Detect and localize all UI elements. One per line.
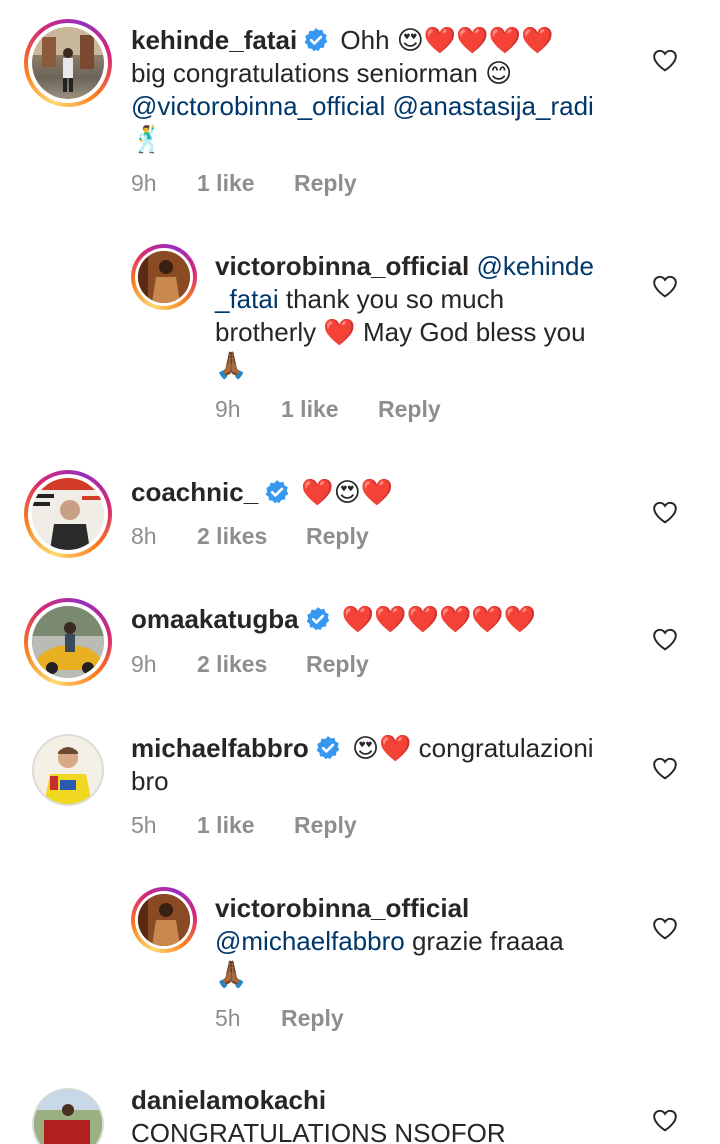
comment-likes[interactable]: 2 likes (197, 651, 306, 678)
comment-meta: 9h 1 like Reply (215, 396, 441, 423)
mention-link[interactable]: @michaelfabbro (215, 926, 405, 956)
avatar[interactable] (32, 734, 104, 806)
comment-likes[interactable]: 1 like (197, 812, 294, 839)
comment-username[interactable]: coachnic_ (131, 477, 258, 507)
comment-time: 5h (215, 1005, 241, 1031)
comment-username[interactable]: danielamokachi (131, 1085, 326, 1115)
avatar[interactable] (24, 598, 112, 686)
comment-text: Ohh (340, 25, 390, 55)
heart-outline-icon[interactable] (652, 756, 678, 780)
comment-username[interactable]: victorobinna_official (215, 251, 469, 281)
mention-link[interactable]: @anastasija_radi (393, 91, 594, 121)
comment-item: michaelfabbro 😍❤️ congratulazioni bro 5h… (0, 730, 720, 860)
reply-button[interactable]: Reply (306, 523, 369, 550)
comment-body: kehinde_fatai Ohh 😍❤️❤️❤️❤️ big congratu… (131, 24, 641, 156)
emoji-group: ❤️❤️❤️❤️❤️❤️ (341, 604, 537, 634)
emoji: 😊 (485, 58, 513, 88)
comment-likes[interactable]: 1 like (281, 396, 378, 423)
comment-time: 9h (131, 651, 157, 677)
comment-text: CONGRATULATIONS NSOFOR (131, 1118, 506, 1144)
comment-body: victorobinna_official @michaelfabbro gra… (215, 892, 625, 991)
mention-link[interactable]: @victorobinna_official (131, 91, 385, 121)
comment-text: brotherly (215, 317, 317, 347)
comment-username[interactable]: omaakatugba (131, 604, 299, 634)
comment-body: danielamokachi CONGRATULATIONS NSOFOR (131, 1084, 641, 1144)
praying-hands-emoji: 🙏🏾 (215, 959, 248, 989)
comment-time: 9h (131, 170, 157, 196)
comment-item: kehinde_fatai Ohh 😍❤️❤️❤️❤️ big congratu… (0, 0, 720, 220)
comment-time: 8h (131, 523, 157, 549)
comment-text: bro (131, 766, 169, 796)
comment-meta: 9h 1 like Reply (131, 170, 357, 197)
mention-link[interactable]: @kehinde (477, 251, 594, 281)
reply-button[interactable]: Reply (378, 396, 441, 423)
comment-time: 5h (131, 812, 157, 838)
avatar[interactable] (24, 470, 112, 558)
verified-badge-icon (264, 479, 290, 505)
comment-username[interactable]: michaelfabbro (131, 733, 309, 763)
comment-meta: 5h 1 like Reply (131, 812, 357, 839)
reply-button[interactable]: Reply (306, 651, 369, 678)
reply-button[interactable]: Reply (281, 1005, 344, 1032)
comment-username[interactable]: victorobinna_official (215, 893, 469, 923)
heart-outline-icon[interactable] (652, 48, 678, 72)
reply-button[interactable]: Reply (294, 170, 357, 197)
heart-outline-icon[interactable] (652, 500, 678, 524)
heart-outline-icon[interactable] (652, 1108, 678, 1132)
comment-text: grazie fraaaa (411, 926, 564, 956)
verified-badge-icon (303, 27, 329, 53)
comment-body: victorobinna_official @kehinde _fatai th… (215, 250, 625, 382)
avatar[interactable] (131, 887, 197, 953)
emoji-group: 😍❤️ (351, 733, 412, 763)
emoji: 🕺 (131, 124, 164, 154)
praying-hands-emoji: 🙏🏾 (215, 350, 248, 380)
comment-body: michaelfabbro 😍❤️ congratulazioni bro (131, 732, 641, 798)
avatar[interactable] (32, 1088, 104, 1144)
comment-text: big congratulations seniorman (131, 58, 478, 88)
comment-text: thank you so much (285, 284, 505, 314)
heart-outline-icon[interactable] (652, 916, 678, 940)
comment-item: coachnic_ ❤️😍❤️ 8h 2 likes Reply (0, 468, 720, 578)
comment-username[interactable]: kehinde_fatai (131, 25, 297, 55)
comment-reply-item: victorobinna_official @michaelfabbro gra… (0, 884, 720, 1044)
comment-body: coachnic_ ❤️😍❤️ (131, 476, 641, 509)
heart-outline-icon[interactable] (652, 274, 678, 298)
reply-button[interactable]: Reply (294, 812, 357, 839)
mention-link[interactable]: _fatai (215, 284, 279, 314)
comment-meta: 9h 2 likes Reply (131, 651, 369, 678)
heart-outline-icon[interactable] (652, 627, 678, 651)
comment-item: danielamokachi CONGRATULATIONS NSOFOR (0, 1084, 720, 1144)
comment-meta: 8h 2 likes Reply (131, 523, 369, 550)
comment-likes[interactable]: 2 likes (197, 523, 306, 550)
avatar[interactable] (24, 19, 112, 107)
heart-emoji: ❤️ (323, 317, 356, 347)
verified-badge-icon (305, 606, 331, 632)
comment-body: omaakatugba ❤️❤️❤️❤️❤️❤️ (131, 603, 641, 636)
comment-reply-item: victorobinna_official @kehinde _fatai th… (0, 240, 720, 440)
comment-text: congratulazioni (418, 733, 594, 763)
comment-text: May God bless you (363, 317, 586, 347)
comment-time: 9h (215, 396, 241, 422)
emoji-group: 😍❤️❤️❤️❤️ (396, 25, 554, 55)
comment-item: omaakatugba ❤️❤️❤️❤️❤️❤️ 9h 2 likes Reply (0, 597, 720, 707)
emoji-group: ❤️😍❤️ (301, 477, 394, 507)
comment-likes[interactable]: 1 like (197, 170, 294, 197)
avatar[interactable] (131, 244, 197, 310)
verified-badge-icon (315, 735, 341, 761)
comment-meta: 5h Reply (215, 1005, 344, 1032)
